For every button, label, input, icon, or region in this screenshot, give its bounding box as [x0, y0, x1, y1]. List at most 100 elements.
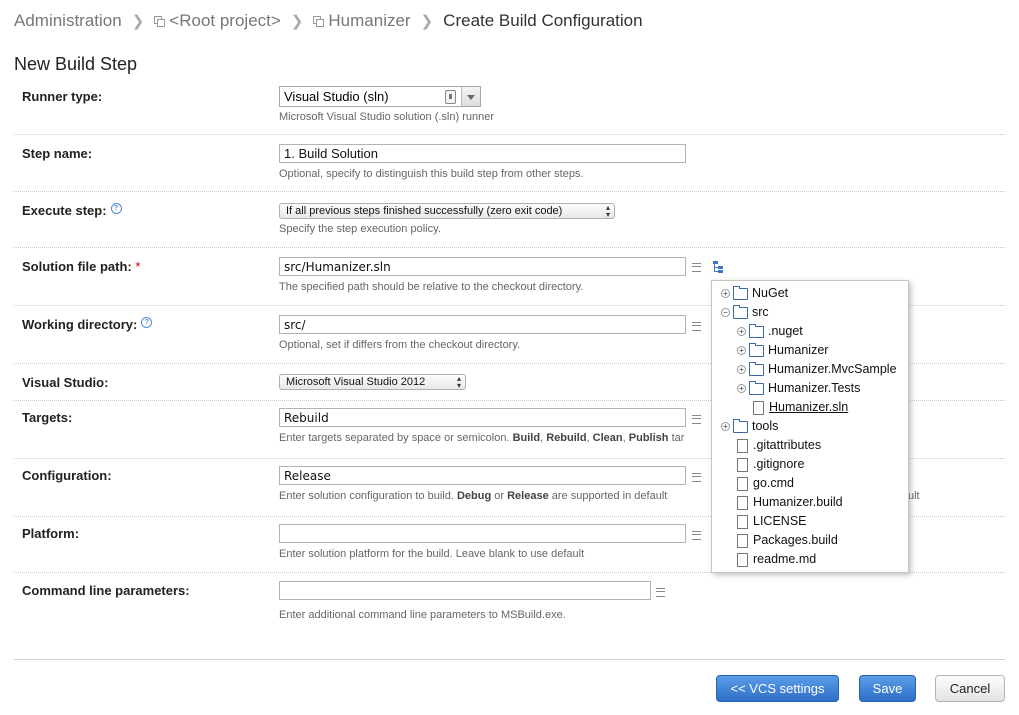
- footer-divider: [14, 659, 1005, 660]
- expand-icon[interactable]: +: [737, 384, 746, 393]
- working-directory-label-wrap: Working directory:?: [22, 317, 153, 332]
- configuration-hint-tail: ult: [908, 490, 920, 502]
- file-tree-popup: + NuGet − src + .nuget + Humanizer + Hum…: [711, 280, 909, 573]
- solution-file-path-input[interactable]: [279, 257, 686, 276]
- execute-step-row: Execute step:?: [14, 191, 1005, 248]
- command-line-label: Command line parameters:: [22, 583, 190, 598]
- runner-type-row: Runner type:: [14, 80, 1005, 135]
- solution-file-path-hint: The specified path should be relative to…: [279, 281, 584, 293]
- command-line-hint: Enter additional command line parameters…: [279, 609, 566, 621]
- tree-item[interactable]: go.cmd: [737, 474, 794, 493]
- tree-item[interactable]: + Humanizer: [737, 341, 828, 360]
- parameters-list-icon[interactable]: [692, 415, 701, 424]
- expand-icon[interactable]: +: [721, 422, 730, 431]
- step-name-input[interactable]: [279, 144, 686, 163]
- tree-item-label: .gitignore: [753, 457, 805, 471]
- configuration-input[interactable]: [279, 466, 686, 485]
- tree-item-label: Humanizer.build: [753, 495, 843, 509]
- tree-item-label: .nuget: [768, 324, 803, 338]
- file-icon: [737, 495, 748, 510]
- targets-hint-clean: Clean: [592, 432, 623, 444]
- tree-item[interactable]: + .nuget: [737, 322, 803, 341]
- file-icon: [737, 476, 748, 491]
- command-line-input[interactable]: [279, 581, 651, 600]
- step-name-hint: Optional, specify to distinguish this bu…: [279, 168, 584, 180]
- breadcrumb-humanizer[interactable]: Humanizer: [328, 11, 410, 31]
- execute-step-select[interactable]: If all previous steps finished successfu…: [279, 203, 615, 219]
- execute-step-label-wrap: Execute step:?: [22, 203, 122, 218]
- tree-item-label: Humanizer.Tests: [768, 381, 861, 395]
- parameters-list-icon[interactable]: [692, 263, 701, 272]
- platform-label: Platform:: [22, 526, 80, 541]
- folder-icon: [749, 380, 764, 395]
- targets-label: Targets:: [22, 410, 73, 425]
- file-tree-icon[interactable]: [713, 261, 723, 273]
- tree-item[interactable]: + Humanizer.MvcSample: [737, 360, 897, 379]
- configuration-hint-text: Enter solution configuration to build.: [279, 490, 454, 502]
- file-icon: [737, 457, 748, 472]
- help-icon[interactable]: ?: [141, 317, 153, 328]
- lock-icon: [445, 90, 456, 104]
- parameters-list-icon[interactable]: [692, 473, 701, 482]
- project-icon: [154, 16, 166, 27]
- file-icon: [753, 400, 764, 415]
- chevron-down-icon[interactable]: [461, 87, 480, 106]
- file-icon: [737, 514, 748, 529]
- solution-file-path-label-wrap: Solution file path: *: [22, 259, 140, 274]
- tree-item-label: Packages.build: [753, 533, 838, 547]
- tree-item[interactable]: .gitattributes: [737, 436, 821, 455]
- updown-arrows-icon: ▴ ▾: [605, 203, 610, 219]
- collapse-icon[interactable]: −: [721, 308, 730, 317]
- tree-item[interactable]: Humanizer.build: [737, 493, 843, 512]
- breadcrumb-current: Create Build Configuration: [443, 11, 643, 30]
- working-directory-input[interactable]: [279, 315, 686, 334]
- tree-item-label: src: [752, 305, 769, 319]
- runner-type-select[interactable]: Visual Studio (sln): [279, 86, 481, 107]
- platform-input[interactable]: [279, 524, 686, 543]
- parameters-list-icon[interactable]: [692, 531, 701, 540]
- tree-item[interactable]: Packages.build: [737, 531, 838, 550]
- save-button[interactable]: Save: [859, 675, 916, 702]
- runner-type-hint: Microsoft Visual Studio solution (.sln) …: [279, 111, 495, 123]
- parameters-list-icon[interactable]: [656, 588, 665, 597]
- tree-item-label: LICENSE: [753, 514, 807, 528]
- expand-icon[interactable]: +: [737, 365, 746, 374]
- configuration-label: Configuration:: [22, 468, 112, 483]
- tree-item[interactable]: + tools: [721, 417, 778, 436]
- tree-item[interactable]: readme.md: [737, 550, 816, 569]
- help-icon[interactable]: ?: [110, 203, 122, 214]
- targets-hint-publish: Publish: [628, 432, 669, 444]
- expand-icon[interactable]: +: [721, 289, 730, 298]
- parameters-list-icon[interactable]: [692, 322, 701, 331]
- breadcrumb-root-project[interactable]: <Root project>: [169, 11, 281, 31]
- tree-item-label: .gitattributes: [753, 438, 822, 452]
- project-icon: [313, 16, 325, 27]
- updown-arrows-icon: ▴ ▾: [456, 374, 461, 390]
- tree-item[interactable]: Humanizer.sln: [753, 398, 848, 417]
- configuration-hint-or: or: [494, 490, 505, 502]
- folder-icon: [733, 304, 748, 319]
- visual-studio-value: Microsoft Visual Studio 2012: [286, 376, 426, 388]
- tree-item-label: tools: [752, 419, 779, 433]
- breadcrumb: Administration ❯ <Root project> ❯ Humani…: [14, 9, 643, 33]
- tree-item[interactable]: + NuGet: [721, 284, 788, 303]
- visual-studio-select[interactable]: Microsoft Visual Studio 2012 ▴ ▾: [279, 374, 466, 390]
- tree-item[interactable]: − src: [721, 303, 769, 322]
- tree-item-label: Humanizer.sln: [769, 400, 849, 414]
- cancel-button[interactable]: Cancel: [935, 675, 1005, 702]
- targets-hint-suffix: tar: [671, 432, 685, 444]
- chevron-right-icon: ❯: [290, 13, 304, 30]
- configuration-hint: Enter solution configuration to build. D…: [279, 490, 667, 502]
- expand-icon[interactable]: +: [737, 327, 746, 336]
- targets-input[interactable]: [279, 408, 686, 427]
- tree-item[interactable]: .gitignore: [737, 455, 804, 474]
- tree-item[interactable]: + Humanizer.Tests: [737, 379, 860, 398]
- execute-step-label: Execute step:: [22, 203, 107, 218]
- targets-hint-text: Enter targets separated by space or semi…: [279, 432, 510, 444]
- tree-item[interactable]: LICENSE: [737, 512, 807, 531]
- vcs-settings-button[interactable]: << VCS settings: [716, 675, 839, 702]
- tree-item-label: go.cmd: [753, 476, 794, 490]
- breadcrumb-administration[interactable]: Administration: [14, 11, 122, 31]
- expand-icon[interactable]: +: [737, 346, 746, 355]
- execute-step-hint: Specify the step execution policy.: [279, 223, 441, 235]
